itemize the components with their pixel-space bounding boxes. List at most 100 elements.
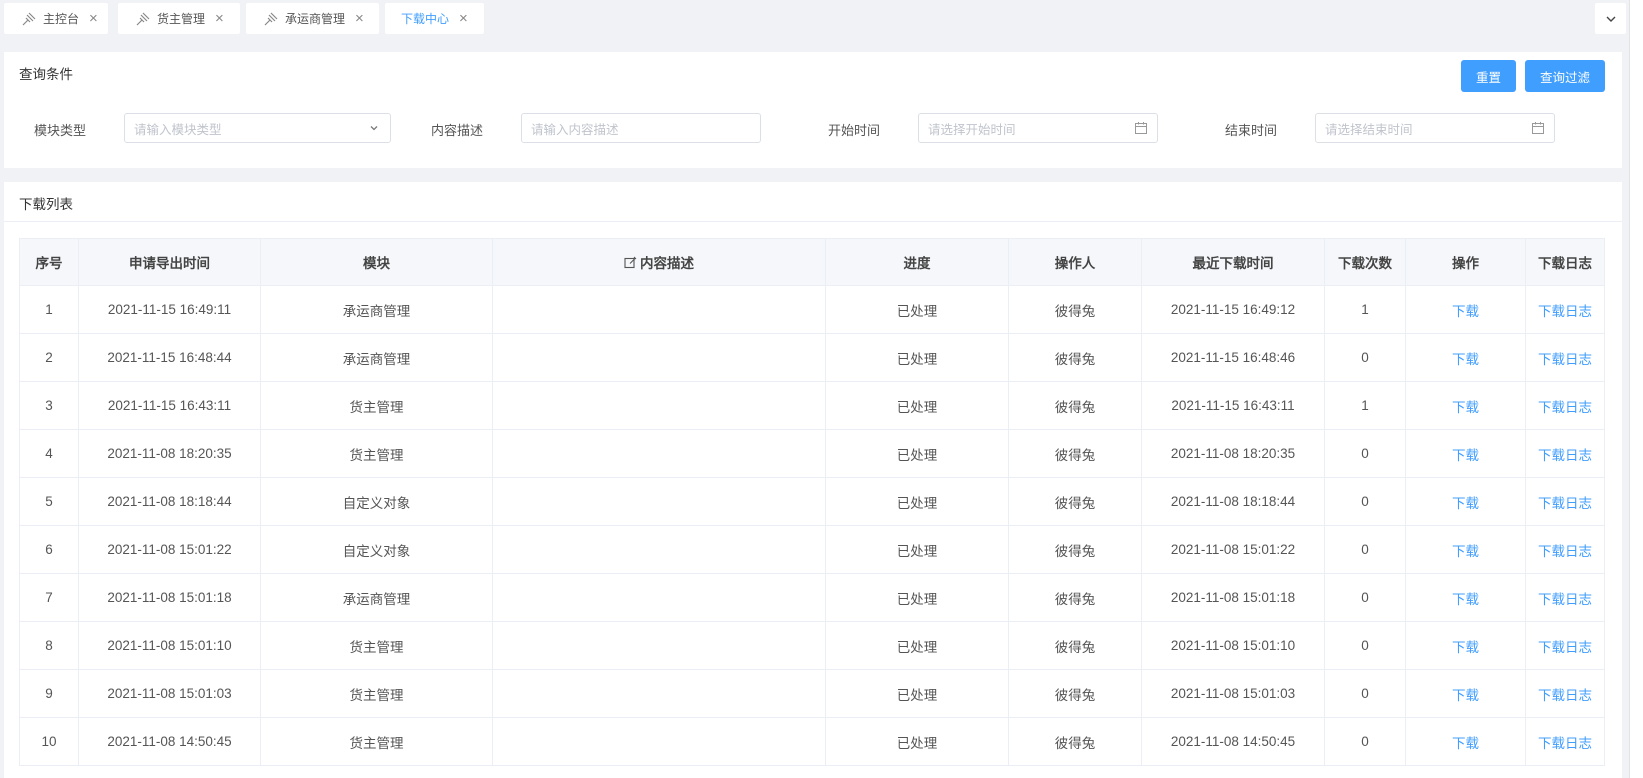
operator: 彼得兔 [1008,669,1142,718]
export-time: 2021-11-15 16:43:11 [78,381,261,430]
tab-label: 下载中心 [401,12,450,26]
download-link[interactable]: 下载 [1405,285,1526,334]
module-type-placeholder: 请输入模块类型 [134,122,222,137]
close-icon[interactable]: × [459,11,468,26]
content-desc [492,573,826,622]
column-header: 进度 [825,238,1009,286]
module: 货主管理 [260,381,493,430]
last-download-time: 2021-11-15 16:43:11 [1141,381,1325,430]
reset-button[interactable]: 重置 [1461,60,1516,92]
progress: 已处理 [825,333,1009,382]
column-header: 操作人 [1008,238,1142,286]
download-link[interactable]: 下载 [1405,525,1526,574]
content-desc [492,717,826,766]
operator: 彼得兔 [1008,717,1142,766]
content-desc [492,429,826,478]
divider [4,221,1622,222]
download-log-link[interactable]: 下载日志 [1525,285,1605,334]
last-download-time: 2021-11-08 15:01:03 [1141,669,1325,718]
close-icon[interactable]: × [89,11,98,26]
tab-carrier[interactable]: 承运商管理 × [246,3,379,34]
export-time: 2021-11-08 15:01:10 [78,621,261,670]
end-time-label: 结束时间 [1225,123,1278,138]
download-count: 0 [1324,717,1406,766]
row-number: 6 [19,525,79,574]
download-table: 序号 申请导出时间 模块 内容描述 进度 操作人 最近下载时间 下载次数 操作 … [19,238,1605,766]
download-log-link[interactable]: 下载日志 [1525,573,1605,622]
download-link[interactable]: 下载 [1405,669,1526,718]
last-download-time: 2021-11-08 15:01:18 [1141,573,1325,622]
download-link[interactable]: 下载 [1405,621,1526,670]
export-time: 2021-11-08 15:01:22 [78,525,261,574]
content-desc [492,477,826,526]
column-header: 最近下载时间 [1141,238,1325,286]
module: 货主管理 [260,429,493,478]
export-time: 2021-11-08 14:50:45 [78,717,261,766]
progress: 已处理 [825,669,1009,718]
table-row: 8 2021-11-08 15:01:10 货主管理 已处理 彼得兔 2021-11-08… [19,621,1605,670]
download-link[interactable]: 下载 [1405,429,1526,478]
content-desc [492,381,826,430]
operator: 彼得兔 [1008,333,1142,382]
download-link[interactable]: 下载 [1405,717,1526,766]
chevron-down-icon [1606,16,1615,22]
progress: 已处理 [825,381,1009,430]
module-type-label: 模块类型 [34,123,87,138]
content-desc [492,621,826,670]
tab-download-center[interactable]: 下载中心 × [385,3,484,34]
start-time-picker[interactable]: 请选择开始时间 [918,113,1158,143]
table-row: 9 2021-11-08 15:01:03 货主管理 已处理 彼得兔 2021-11-08… [19,669,1605,718]
download-link[interactable]: 下载 [1405,573,1526,622]
tab-bar: 主控台 × 货主管理 × 承运商管理 × 下载中心 × [0,0,1643,40]
tab-dashboard[interactable]: 主控台 × [4,3,108,34]
row-number: 10 [19,717,79,766]
download-log-link[interactable]: 下载日志 [1525,333,1605,382]
download-log-link[interactable]: 下载日志 [1525,621,1605,670]
download-log-link[interactable]: 下载日志 [1525,381,1605,430]
progress: 已处理 [825,525,1009,574]
download-log-link[interactable]: 下载日志 [1525,477,1605,526]
module: 承运商管理 [260,573,493,622]
close-icon[interactable]: × [355,11,364,26]
download-link[interactable]: 下载 [1405,477,1526,526]
query-panel: 查询条件 重置 查询过滤 模块类型 请输入模块类型 内容描述 请输入内容描述 开… [4,52,1622,168]
last-download-time: 2021-11-08 18:20:35 [1141,429,1325,478]
column-header: 申请导出时间 [78,238,261,286]
pin-icon [21,11,37,27]
column-header-editable[interactable]: 内容描述 [492,238,826,286]
edit-icon [624,256,637,268]
download-log-link[interactable]: 下载日志 [1525,429,1605,478]
search-button[interactable]: 查询过滤 [1525,60,1605,92]
content-desc-label: 内容描述 [431,123,484,138]
start-time-label: 开始时间 [828,123,881,138]
download-link[interactable]: 下载 [1405,381,1526,430]
tab-label: 主控台 [43,12,80,26]
progress: 已处理 [825,621,1009,670]
export-time: 2021-11-15 16:49:11 [78,285,261,334]
calendar-icon [1531,121,1545,135]
end-time-picker[interactable]: 请选择结束时间 [1315,113,1555,143]
last-download-time: 2021-11-08 15:01:22 [1141,525,1325,574]
chevron-down-icon [367,121,381,135]
table-row: 2 2021-11-15 16:48:44 承运商管理 已处理 彼得兔 2021-11-1… [19,333,1605,382]
content-desc-input[interactable]: 请输入内容描述 [521,113,761,143]
tab-shipper[interactable]: 货主管理 × [118,3,240,34]
page-scrollbar[interactable] [1629,0,1643,778]
close-icon[interactable]: × [215,11,224,26]
tab-label: 货主管理 [157,12,206,26]
tab-menu-button[interactable] [1595,3,1626,34]
module: 自定义对象 [260,525,493,574]
start-time-placeholder: 请选择开始时间 [928,122,1016,137]
download-log-link[interactable]: 下载日志 [1525,669,1605,718]
row-number: 8 [19,621,79,670]
operator: 彼得兔 [1008,285,1142,334]
module: 货主管理 [260,717,493,766]
column-header: 操作 [1405,238,1526,286]
export-time: 2021-11-08 18:20:35 [78,429,261,478]
download-link[interactable]: 下载 [1405,333,1526,382]
download-count: 0 [1324,573,1406,622]
row-number: 9 [19,669,79,718]
download-log-link[interactable]: 下载日志 [1525,717,1605,766]
download-log-link[interactable]: 下载日志 [1525,525,1605,574]
module-type-select[interactable]: 请输入模块类型 [124,113,391,143]
